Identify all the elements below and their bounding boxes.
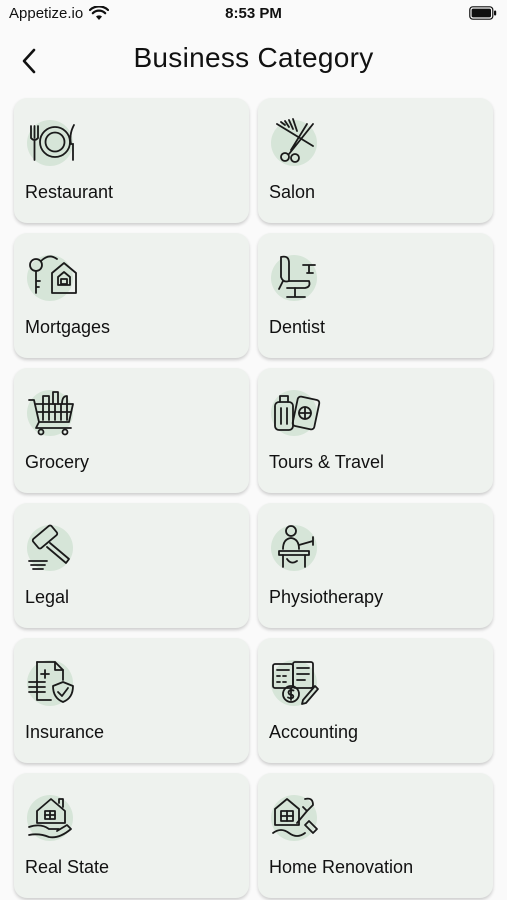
category-label: Home Renovation [269,857,414,877]
category-label: Mortgages [25,317,111,337]
category-label: Restaurant [25,182,114,202]
restaurant-icon [25,116,77,168]
grocery-icon [25,386,77,438]
category-card-grocery[interactable]: Grocery [14,368,249,493]
category-label: Insurance [25,722,105,742]
category-card-insurance[interactable]: Insurance [14,638,249,763]
category-label: Tours & Travel [269,452,385,472]
category-card-physiotherapy[interactable]: Physiotherapy [258,503,493,628]
physiotherapy-icon [269,521,321,573]
category-card-dentist[interactable]: Dentist [258,233,493,358]
category-card-tours-travel[interactable]: Tours & Travel [258,368,493,493]
category-grid: Restaurant Salon Mortgages Dentist Groce… [14,98,494,898]
legal-icon [25,521,77,573]
category-card-salon[interactable]: Salon [258,98,493,223]
category-card-real-state[interactable]: Real State [14,773,249,898]
category-card-restaurant[interactable]: Restaurant [14,98,249,223]
category-card-home-renovation[interactable]: Home Renovation [258,773,493,898]
category-card-accounting[interactable]: Accounting [258,638,493,763]
accounting-icon [269,656,321,708]
real-state-icon [25,791,77,843]
category-card-mortgages[interactable]: Mortgages [14,233,249,358]
category-label: Physiotherapy [269,587,384,607]
category-label: Real State [25,857,110,877]
category-label: Legal [25,587,70,607]
nav-bar: Business Category [0,38,507,84]
clock: 8:53 PM [225,5,282,22]
insurance-icon [25,656,77,708]
status-bar: Appetize.io 8:53 PM [0,0,507,28]
salon-icon [269,116,321,168]
home-renovation-icon [269,791,321,843]
category-label: Salon [269,182,316,202]
dentist-icon [269,251,321,303]
page-title: Business Category [133,42,374,73]
category-card-legal[interactable]: Legal [14,503,249,628]
mortgages-icon [25,251,77,303]
category-label: Dentist [269,317,326,337]
category-label: Accounting [269,722,359,742]
category-label: Grocery [25,452,90,472]
battery-icon [469,6,497,20]
tours-travel-icon [269,386,321,438]
